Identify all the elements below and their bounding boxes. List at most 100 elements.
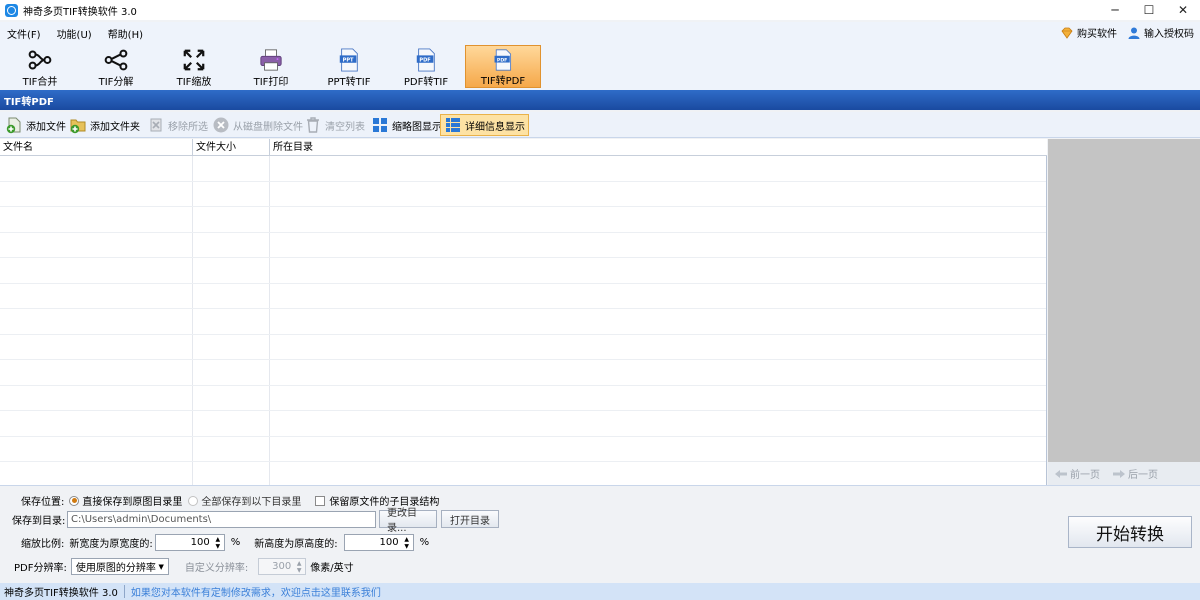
merge-icon bbox=[28, 50, 52, 70]
detail-view-button[interactable]: 详细信息显示 bbox=[440, 114, 529, 136]
thumbnail-view-button[interactable]: 缩略图显示 bbox=[368, 114, 445, 136]
width-label: 新宽度为原宽度的: bbox=[69, 539, 153, 550]
svg-text:PPT: PPT bbox=[343, 57, 354, 63]
detail-view-label: 详细信息显示 bbox=[465, 121, 525, 133]
app-logo-icon bbox=[5, 3, 18, 17]
status-bar: 神奇多页TIF转换软件 3.0 如果您对本软件有定制修改需求，欢迎点击这里联系我… bbox=[0, 583, 1200, 600]
grid-icon bbox=[373, 118, 387, 132]
status-app-title: 神奇多页TIF转换软件 3.0 bbox=[4, 588, 118, 599]
buy-software-label: 购买软件 bbox=[1077, 29, 1117, 40]
tool-tif-zoom[interactable]: TIF缩放 bbox=[156, 45, 232, 88]
height-label: 新高度为原高度的: bbox=[254, 539, 338, 550]
tool-label: TIF打印 bbox=[253, 77, 289, 88]
radio-save-original-label[interactable]: 直接保存到原图目录里 bbox=[82, 493, 182, 508]
enter-license-link[interactable]: 输入授权码 bbox=[1127, 25, 1194, 40]
table-row bbox=[0, 334, 1046, 335]
width-stepper[interactable]: 100 ▲ ▼ bbox=[154, 534, 225, 551]
list-icon bbox=[446, 118, 460, 132]
column-header-filesize[interactable]: 文件大小 bbox=[193, 139, 270, 156]
stepper-arrows-icon[interactable]: ▲ ▼ bbox=[214, 536, 222, 550]
open-dir-button[interactable]: 打开目录 bbox=[441, 510, 499, 528]
tool-tif-merge[interactable]: TIF合并 bbox=[2, 45, 78, 88]
keep-structure-checkbox[interactable] bbox=[315, 495, 326, 506]
menu-bar: 文件(F) 功能(U) 帮助(H) 购买软件 输入授权码 bbox=[0, 22, 1200, 44]
status-divider bbox=[123, 585, 125, 598]
clear-list-button[interactable]: 清空列表 bbox=[301, 114, 368, 136]
change-dir-button[interactable]: 更改目录... bbox=[379, 508, 437, 534]
resolution-row: PDF分辨率: 使用原图的分辨率 ▼ 自定义分辨率: 300 ▲ ▼ 像素/英寸 bbox=[14, 558, 354, 575]
remove-selected-button[interactable]: 移除所选 bbox=[144, 114, 211, 136]
prev-page-button[interactable]: 前一页 bbox=[1054, 466, 1100, 481]
tool-tif-print[interactable]: TIF打印 bbox=[233, 45, 309, 88]
maximize-button[interactable]: ☐ bbox=[1132, 0, 1166, 20]
printer-icon bbox=[260, 49, 282, 71]
pdf-file-icon: PDF bbox=[494, 49, 512, 71]
tool-ppt-to-tif[interactable]: PPT PPT转TIF bbox=[311, 45, 387, 88]
save-dir-input[interactable] bbox=[67, 510, 376, 528]
window-controls: ─ ☐ ✕ bbox=[1098, 0, 1200, 20]
contact-link[interactable]: 如果您对本软件有定制修改需求，欢迎点击这里联系我们 bbox=[131, 584, 381, 599]
height-percent: % bbox=[419, 537, 430, 548]
ppt-file-icon: PPT bbox=[339, 48, 358, 72]
radio-save-all[interactable] bbox=[188, 495, 199, 506]
column-header-directory[interactable]: 所在目录 bbox=[270, 139, 1047, 156]
table-row bbox=[0, 283, 1046, 284]
radio-save-original[interactable] bbox=[69, 495, 80, 506]
dropdown-arrow-icon: ▼ bbox=[158, 562, 164, 571]
arrow-right-icon bbox=[1113, 469, 1125, 478]
user-icon bbox=[1128, 27, 1140, 39]
delete-circle-icon bbox=[213, 117, 229, 133]
add-folder-button[interactable]: 添加文件夹 bbox=[66, 114, 143, 136]
add-folder-label: 添加文件夹 bbox=[90, 121, 140, 133]
svg-text:PDF: PDF bbox=[497, 57, 507, 63]
tool-label: TIF转PDF bbox=[480, 76, 526, 87]
minimize-button[interactable]: ─ bbox=[1098, 0, 1132, 20]
scale-label: 缩放比例: bbox=[21, 539, 65, 550]
tool-tif-split[interactable]: TIF分解 bbox=[78, 45, 154, 88]
menu-help[interactable]: 帮助(H) bbox=[108, 26, 143, 41]
tool-label: PPT转TIF bbox=[327, 77, 371, 88]
preview-panel bbox=[1048, 139, 1200, 485]
table-row bbox=[0, 257, 1046, 258]
resolution-select[interactable]: 使用原图的分辨率 ▼ bbox=[70, 558, 169, 575]
add-file-label: 添加文件 bbox=[26, 121, 66, 133]
add-folder-icon bbox=[70, 119, 86, 134]
thumbnail-view-label: 缩略图显示 bbox=[392, 121, 442, 133]
menu-function[interactable]: 功能(U) bbox=[57, 26, 92, 41]
zoom-icon bbox=[183, 49, 205, 71]
save-location-label: 保存位置: bbox=[21, 497, 65, 508]
start-conversion-button[interactable]: 开始转换 bbox=[1068, 516, 1192, 548]
save-location-row: 保存位置: 直接保存到原图目录里 全部保存到以下目录里 保留原文件的子目录结构 bbox=[21, 493, 439, 508]
height-value: 100 bbox=[379, 537, 399, 548]
file-table[interactable]: 文件名 文件大小 所在目录 bbox=[0, 139, 1047, 485]
window-title: 神奇多页TIF转换软件 3.0 bbox=[23, 6, 137, 18]
arrow-left-icon bbox=[1055, 469, 1067, 478]
delete-from-disk-label: 从磁盘删除文件 bbox=[233, 121, 303, 133]
buy-software-link[interactable]: 购买软件 bbox=[1060, 25, 1117, 40]
save-dir-row: 保存到目录: 更改目录... 打开目录 bbox=[12, 508, 499, 534]
delete-from-disk-button[interactable]: 从磁盘删除文件 bbox=[209, 114, 306, 136]
add-file-button[interactable]: 添加文件 bbox=[2, 114, 69, 136]
table-row bbox=[0, 359, 1046, 360]
tool-pdf-to-tif[interactable]: PDF PDF转TIF bbox=[388, 45, 464, 88]
tool-label: PDF转TIF bbox=[403, 77, 449, 88]
resolution-label: PDF分辨率: bbox=[14, 563, 67, 574]
tool-label: TIF分解 bbox=[98, 77, 134, 88]
table-row bbox=[0, 206, 1046, 207]
height-stepper[interactable]: 100 ▲ ▼ bbox=[343, 534, 414, 551]
next-page-button[interactable]: 后一页 bbox=[1112, 466, 1158, 481]
section-title: TIF转PDF bbox=[0, 90, 1200, 110]
remove-selected-label: 移除所选 bbox=[168, 121, 208, 133]
next-page-label: 后一页 bbox=[1128, 470, 1158, 481]
table-row bbox=[0, 436, 1046, 437]
menu-file[interactable]: 文件(F) bbox=[7, 26, 41, 41]
table-row bbox=[0, 385, 1046, 386]
table-row bbox=[0, 232, 1046, 233]
stepper-arrows-icon[interactable]: ▲ ▼ bbox=[295, 560, 303, 574]
custom-res-stepper[interactable]: 300 ▲ ▼ bbox=[258, 558, 307, 575]
column-header-filename[interactable]: 文件名 bbox=[0, 139, 193, 156]
close-button[interactable]: ✕ bbox=[1166, 0, 1200, 20]
tool-tif-to-pdf[interactable]: PDF TIF转PDF bbox=[465, 45, 541, 88]
stepper-arrows-icon[interactable]: ▲ ▼ bbox=[403, 536, 411, 550]
radio-save-all-label[interactable]: 全部保存到以下目录里 bbox=[201, 493, 301, 508]
